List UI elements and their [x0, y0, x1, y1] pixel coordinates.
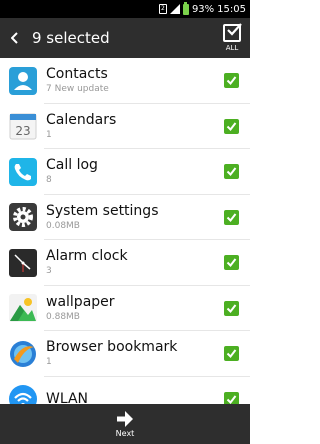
item-name: Contacts [46, 66, 108, 83]
alarm-clock-icon [9, 248, 37, 277]
next-label: Next [115, 428, 135, 438]
wifi-icon [9, 385, 37, 404]
item-name: Call log [46, 157, 98, 174]
list-item-wlan[interactable]: WLAN [0, 377, 250, 404]
select-all-label: ALL [225, 44, 239, 52]
item-detail: 0.08MB [46, 220, 80, 231]
wallpaper-icon [9, 294, 37, 323]
browser-icon [10, 340, 36, 367]
arrow-right-icon [117, 410, 133, 427]
list-item-contacts[interactable]: Contacts 7 New update [0, 58, 250, 104]
back-icon[interactable] [0, 18, 30, 58]
item-detail: 0.88MB [46, 311, 80, 322]
list-item-call-log[interactable]: Call log 8 [0, 149, 250, 195]
gear-icon [9, 203, 37, 232]
list-item-browser-bookmark[interactable]: Browser bookmark 1 [0, 331, 250, 377]
item-checkbox[interactable] [224, 391, 239, 404]
item-name: wallpaper [46, 293, 115, 310]
item-name: Alarm clock [46, 248, 128, 265]
item-name: Calendars [46, 111, 117, 128]
item-name: WLAN [46, 390, 89, 404]
item-detail: 3 [46, 266, 52, 277]
battery-percent: 93% [191, 3, 215, 15]
list-item-alarm-clock[interactable]: Alarm clock 3 [0, 240, 250, 286]
item-name: System settings [46, 202, 159, 219]
call-log-icon [9, 157, 37, 186]
clock: 15:05 [217, 3, 246, 15]
battery-icon [182, 1, 189, 15]
item-checkbox[interactable] [224, 300, 239, 316]
svg-text:23: 23 [15, 124, 30, 138]
item-checkbox[interactable] [224, 164, 239, 180]
list-item-wallpaper[interactable]: wallpaper 0.88MB [0, 286, 250, 332]
item-checkbox[interactable] [224, 118, 239, 134]
backup-item-list: Contacts 7 New update 23 Calendars 1 Cal… [0, 58, 250, 404]
title-bar: 9 selected ALL [0, 18, 250, 58]
item-checkbox[interactable] [224, 209, 239, 225]
status-bar: 2 93% 15:05 [0, 0, 250, 18]
contacts-icon [9, 66, 37, 95]
item-detail: 8 [46, 175, 52, 186]
item-detail: 1 [46, 357, 52, 368]
signal-icon [169, 4, 180, 14]
list-item-system-settings[interactable]: System settings 0.08MB [0, 195, 250, 241]
item-checkbox[interactable] [224, 255, 239, 271]
item-checkbox[interactable] [224, 73, 239, 89]
page-title: 9 selected [32, 29, 110, 47]
select-all-icon [223, 23, 242, 42]
item-checkbox[interactable] [224, 346, 239, 362]
sim-icon: 2 [158, 4, 167, 14]
calendar-icon: 23 [9, 113, 37, 140]
select-all-button[interactable]: ALL [214, 18, 250, 58]
item-detail: 1 [46, 129, 52, 140]
item-name: Browser bookmark [46, 339, 178, 356]
next-button[interactable]: Next [0, 404, 250, 444]
list-item-calendars[interactable]: 23 Calendars 1 [0, 104, 250, 150]
item-detail: 7 New update [46, 84, 109, 95]
